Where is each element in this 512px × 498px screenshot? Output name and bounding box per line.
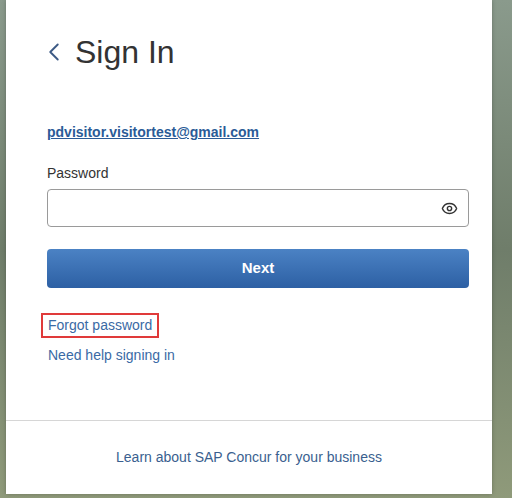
help-link[interactable]: Forgot password: [41, 313, 159, 338]
help-link[interactable]: Need help signing in: [41, 345, 182, 365]
sign-in-page: Sign In pdvisitor.visitortest@gmail.com Pa…: [0, 0, 512, 498]
chevron-left-icon: [39, 37, 69, 67]
footer-link[interactable]: Learn about SAP Concur for your business: [116, 447, 382, 468]
sign-in-card: Sign In pdvisitor.visitortest@gmail.com Pa…: [6, 0, 492, 494]
title: Sign In: [75, 30, 175, 74]
sign-in-form: Sign In pdvisitor.visitortest@gmail.com Pa…: [6, 0, 492, 420]
password-input[interactable]: [58, 198, 441, 219]
back-button[interactable]: [39, 37, 69, 67]
next-button[interactable]: Next: [47, 249, 469, 288]
footer: Learn about SAP Concur for your business: [6, 420, 492, 494]
header: Sign In: [47, 30, 469, 74]
email-link[interactable]: pdvisitor.visitortest@gmail.com: [47, 122, 259, 142]
password-label: Password: [47, 163, 469, 183]
password-field[interactable]: [47, 189, 469, 227]
help-links: Forgot password Need help signing in: [41, 313, 469, 365]
eye-icon[interactable]: [441, 200, 458, 217]
